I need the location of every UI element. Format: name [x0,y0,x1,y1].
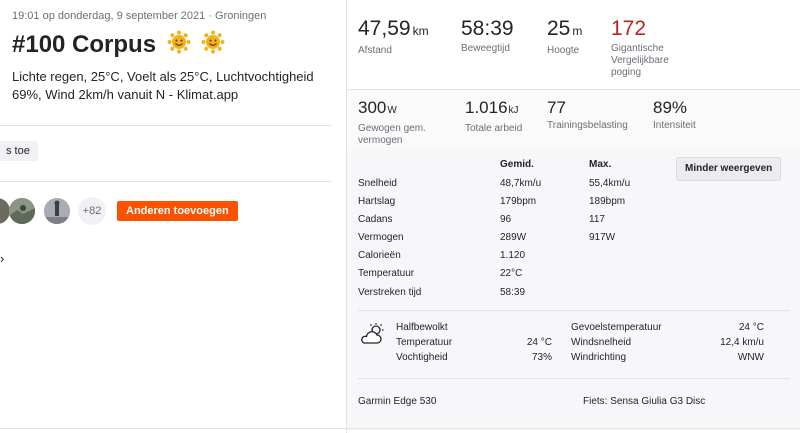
stat-label: Trainingsbelasting [547,120,628,131]
sun-emoji-icon [201,30,225,61]
divider [358,310,790,311]
weather-humidity-label: Vochtigheid [396,352,448,363]
stat-moving-time: 58:39 Beweegtijd [461,17,514,55]
chevron-right-icon[interactable]: › [0,251,4,266]
weather-condition: Halfbewolkt [396,322,448,333]
divider [0,125,332,126]
row-max: 55,4km/u [589,178,631,189]
detail-row-calories: Calorieën 1.120 [358,250,798,268]
activity-description: Lichte regen, 25°C, Voelt als 25°C, Luch… [12,69,314,102]
header-average: Gemid. [500,159,534,170]
stat-unit: m [572,24,583,38]
add-tag-button[interactable]: s toe [0,141,38,161]
row-average: 96 [500,214,512,225]
row-max: 117 [589,214,605,225]
detail-row-cadence: Cadans 96 117 [358,214,798,232]
activity-summary-panel: 19:01 op donderdag, 9 september 2021 · G… [0,0,346,433]
header-max: Max. [589,159,612,170]
detail-row-temperature: Temperatuur 22°C [358,268,798,286]
row-label: Hartslag [358,196,396,207]
row-average: 1.120 [500,250,526,261]
weather-wind-value: 12,4 km/u [720,337,764,348]
stat-label: Beweegtijd [461,43,510,54]
divider [0,181,332,182]
stat-value: 47,59 [358,17,411,40]
sun-emoji-icon [167,30,191,61]
detail-row-power: Vermogen 289W 917W [358,232,798,250]
row-average: 289W [500,232,527,243]
weather-temp-label: Temperatuur [396,337,453,348]
stat-unit: kJ [508,105,519,116]
athlete-avatar[interactable] [44,198,70,224]
row-average: 58:39 [500,287,526,298]
weather-direction-label: Windrichting [571,352,627,363]
stat-distance: 47,59 km Afstand [358,17,429,57]
stat-value: 172 [611,17,647,40]
weather-wind-label: Windsnelheid [571,337,632,348]
row-label: Cadans [358,214,393,225]
stat-label: Intensiteit [653,120,696,131]
detail-row-heartrate: Hartslag 179bpm 189bpm [358,196,798,214]
stat-value: 300 [358,98,387,117]
row-average: 179bpm [500,196,537,207]
partly-cloudy-icon [360,322,386,351]
divider [358,378,790,379]
activity-title: #100 Corpus [12,30,157,58]
stat-intensity: 89% Intensiteit [653,98,696,132]
device-name: Garmin Edge 530 [358,396,437,407]
detail-row-speed: Snelheid 48,7km/u 55,4km/u [358,178,798,196]
stat-label: Hoogte [547,45,580,56]
row-max: 189bpm [589,196,626,207]
stat-total-work: 1.016kJ Totale arbeid [465,98,522,135]
stat-value: 77 [547,98,566,117]
add-others-button[interactable]: Anderen toevoegen [117,201,238,221]
more-kudos-count[interactable]: +82 [78,197,106,225]
activity-title-row: #100 Corpus [12,30,225,61]
row-label: Calorieën [358,250,401,261]
stat-elevation: 25 m Hoogte [547,17,582,57]
stat-value: 25 [547,17,571,40]
stat-label: Afstand [358,45,392,56]
detail-row-elapsed-time: Verstreken tijd 58:39 [358,287,798,305]
row-max: 917W [589,232,616,243]
row-label: Temperatuur [358,268,415,279]
weather-humidity-value: 73% [531,352,552,363]
stat-value: 1.016 [465,98,508,117]
stat-value: 89% [653,98,688,117]
divider [0,428,800,429]
row-label: Vermogen [358,232,404,243]
stat-label: Gigantische Vergelijkbare poging [611,43,669,78]
bike-name[interactable]: Fiets: Sensa Giulia G3 Disc [583,396,705,407]
row-label: Snelheid [358,178,397,189]
row-label: Verstreken tijd [358,287,422,298]
stat-weighted-power: 300W Gewogen gem. vermogen [358,98,453,147]
stat-value: 58:39 [461,17,514,40]
weather-direction-value: WNW [737,352,764,363]
athlete-avatar[interactable] [9,198,35,224]
weather-feels-value: 24 °C [738,322,764,333]
activity-stats-panel: 47,59 km Afstand 58:39 Beweegtijd 25 m Hoo… [346,0,800,433]
activity-meta: 19:01 op donderdag, 9 september 2021 · G… [12,10,267,22]
row-average: 48,7km/u [500,178,542,189]
stat-training-load: 77 Trainingsbelasting [547,98,628,132]
stat-unit: km [412,24,429,38]
row-average: 22°C [500,268,523,279]
stat-label: Gewogen gem. vermogen [358,123,426,146]
stat-label: Totale arbeid [465,123,523,134]
stat-unit: W [387,105,397,116]
stat-relative-effort[interactable]: 172 Gigantische Vergelijkbare poging [611,17,691,79]
weather-feels-label: Gevoelstemperatuur [571,322,662,333]
weather-temp-value: 24 °C [526,337,552,348]
